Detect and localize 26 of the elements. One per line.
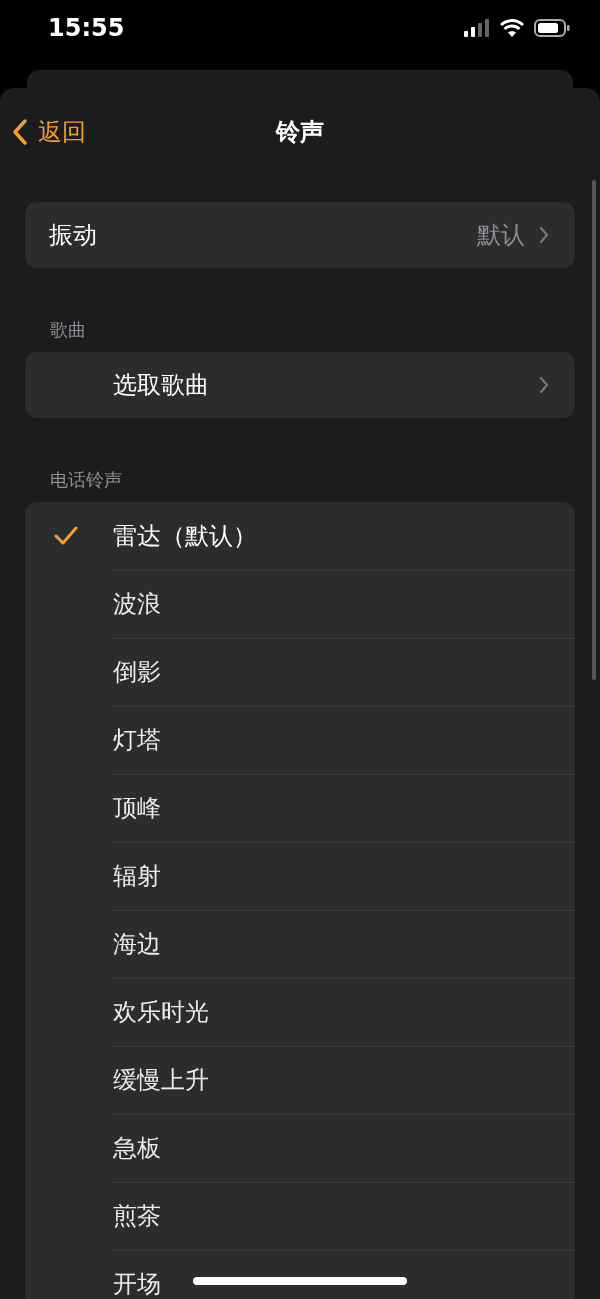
ringtone-item[interactable]: 倒影 <box>25 638 575 706</box>
signal-icon <box>464 19 490 37</box>
section-header: 电话铃声 <box>50 468 123 492</box>
pick-song-row[interactable]: 选取歌曲 <box>25 352 575 418</box>
ringtone-item[interactable]: 急板 <box>25 1114 575 1182</box>
ringtone-item[interactable]: 海边 <box>25 910 575 978</box>
wifi-icon <box>500 19 524 37</box>
ringtone-item[interactable]: 煎茶 <box>25 1182 575 1250</box>
ringtone-item[interactable]: 波浪 <box>25 570 575 638</box>
chevron-icon <box>539 226 549 244</box>
vibration-row[interactable]: 振动 默认 <box>25 202 575 268</box>
status-time: 15:55 <box>48 14 125 42</box>
ringtone-item[interactable]: 雷达（默认） <box>25 502 575 570</box>
back-button[interactable]: 返回 <box>0 115 86 148</box>
nav-title: 铃声 <box>276 116 324 148</box>
ringtone-item[interactable]: 欢乐时光 <box>25 978 575 1046</box>
checkmark-icon <box>54 526 78 546</box>
battery-icon <box>534 19 570 37</box>
ringtone-item[interactable]: 灯塔 <box>25 706 575 774</box>
section-header: 歌曲 <box>50 318 87 342</box>
chevron-icon <box>539 376 549 394</box>
chevron-left-icon <box>12 117 28 146</box>
ringtone-item[interactable]: 开场 <box>25 1250 575 1299</box>
ringtone-item[interactable]: 缓慢上升 <box>25 1046 575 1114</box>
ringtone-item[interactable]: 辐射 <box>25 842 575 910</box>
ringtone-item[interactable]: 顶峰 <box>25 774 575 842</box>
